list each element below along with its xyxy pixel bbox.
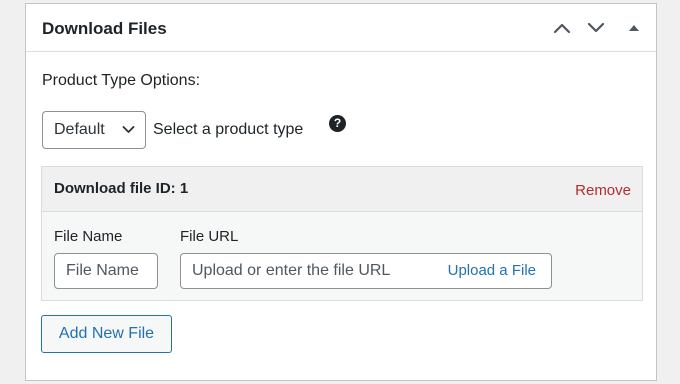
remove-file-link[interactable]: Remove: [575, 182, 631, 199]
file-item-title: Download file ID: 1: [54, 180, 189, 197]
download-file-item: Download file ID: 1 Remove File Name Fil…: [41, 166, 643, 301]
product-type-help-text: Select a product type: [153, 121, 304, 138]
add-new-file-button[interactable]: Add New File: [41, 315, 172, 353]
panel-title: Download Files: [42, 19, 167, 38]
upload-file-link[interactable]: Upload a File: [448, 262, 536, 279]
chevron-down-icon: [587, 22, 605, 33]
product-type-label: Product Type Options:: [42, 72, 201, 89]
move-down-button[interactable]: [584, 16, 608, 40]
product-type-select-value: Default: [54, 121, 105, 138]
file-url-label: File URL: [180, 228, 239, 245]
product-type-select[interactable]: Default: [42, 111, 146, 149]
file-url-input[interactable]: [181, 254, 421, 288]
file-name-input[interactable]: [54, 253, 158, 289]
caret-up-icon: [629, 25, 639, 31]
toggle-panel-button[interactable]: [622, 16, 646, 40]
chevron-up-icon: [553, 23, 571, 34]
file-item-header: Download file ID: 1 Remove: [42, 167, 642, 212]
move-up-button[interactable]: [550, 16, 574, 40]
panel-header: Download Files: [26, 4, 656, 52]
chevron-down-icon: [122, 126, 135, 133]
file-name-label: File Name: [54, 228, 123, 245]
download-files-panel: Download Files Product Type Options: Def…: [25, 3, 657, 381]
file-url-field: Upload a File: [180, 253, 552, 289]
help-icon[interactable]: ?: [329, 115, 346, 132]
